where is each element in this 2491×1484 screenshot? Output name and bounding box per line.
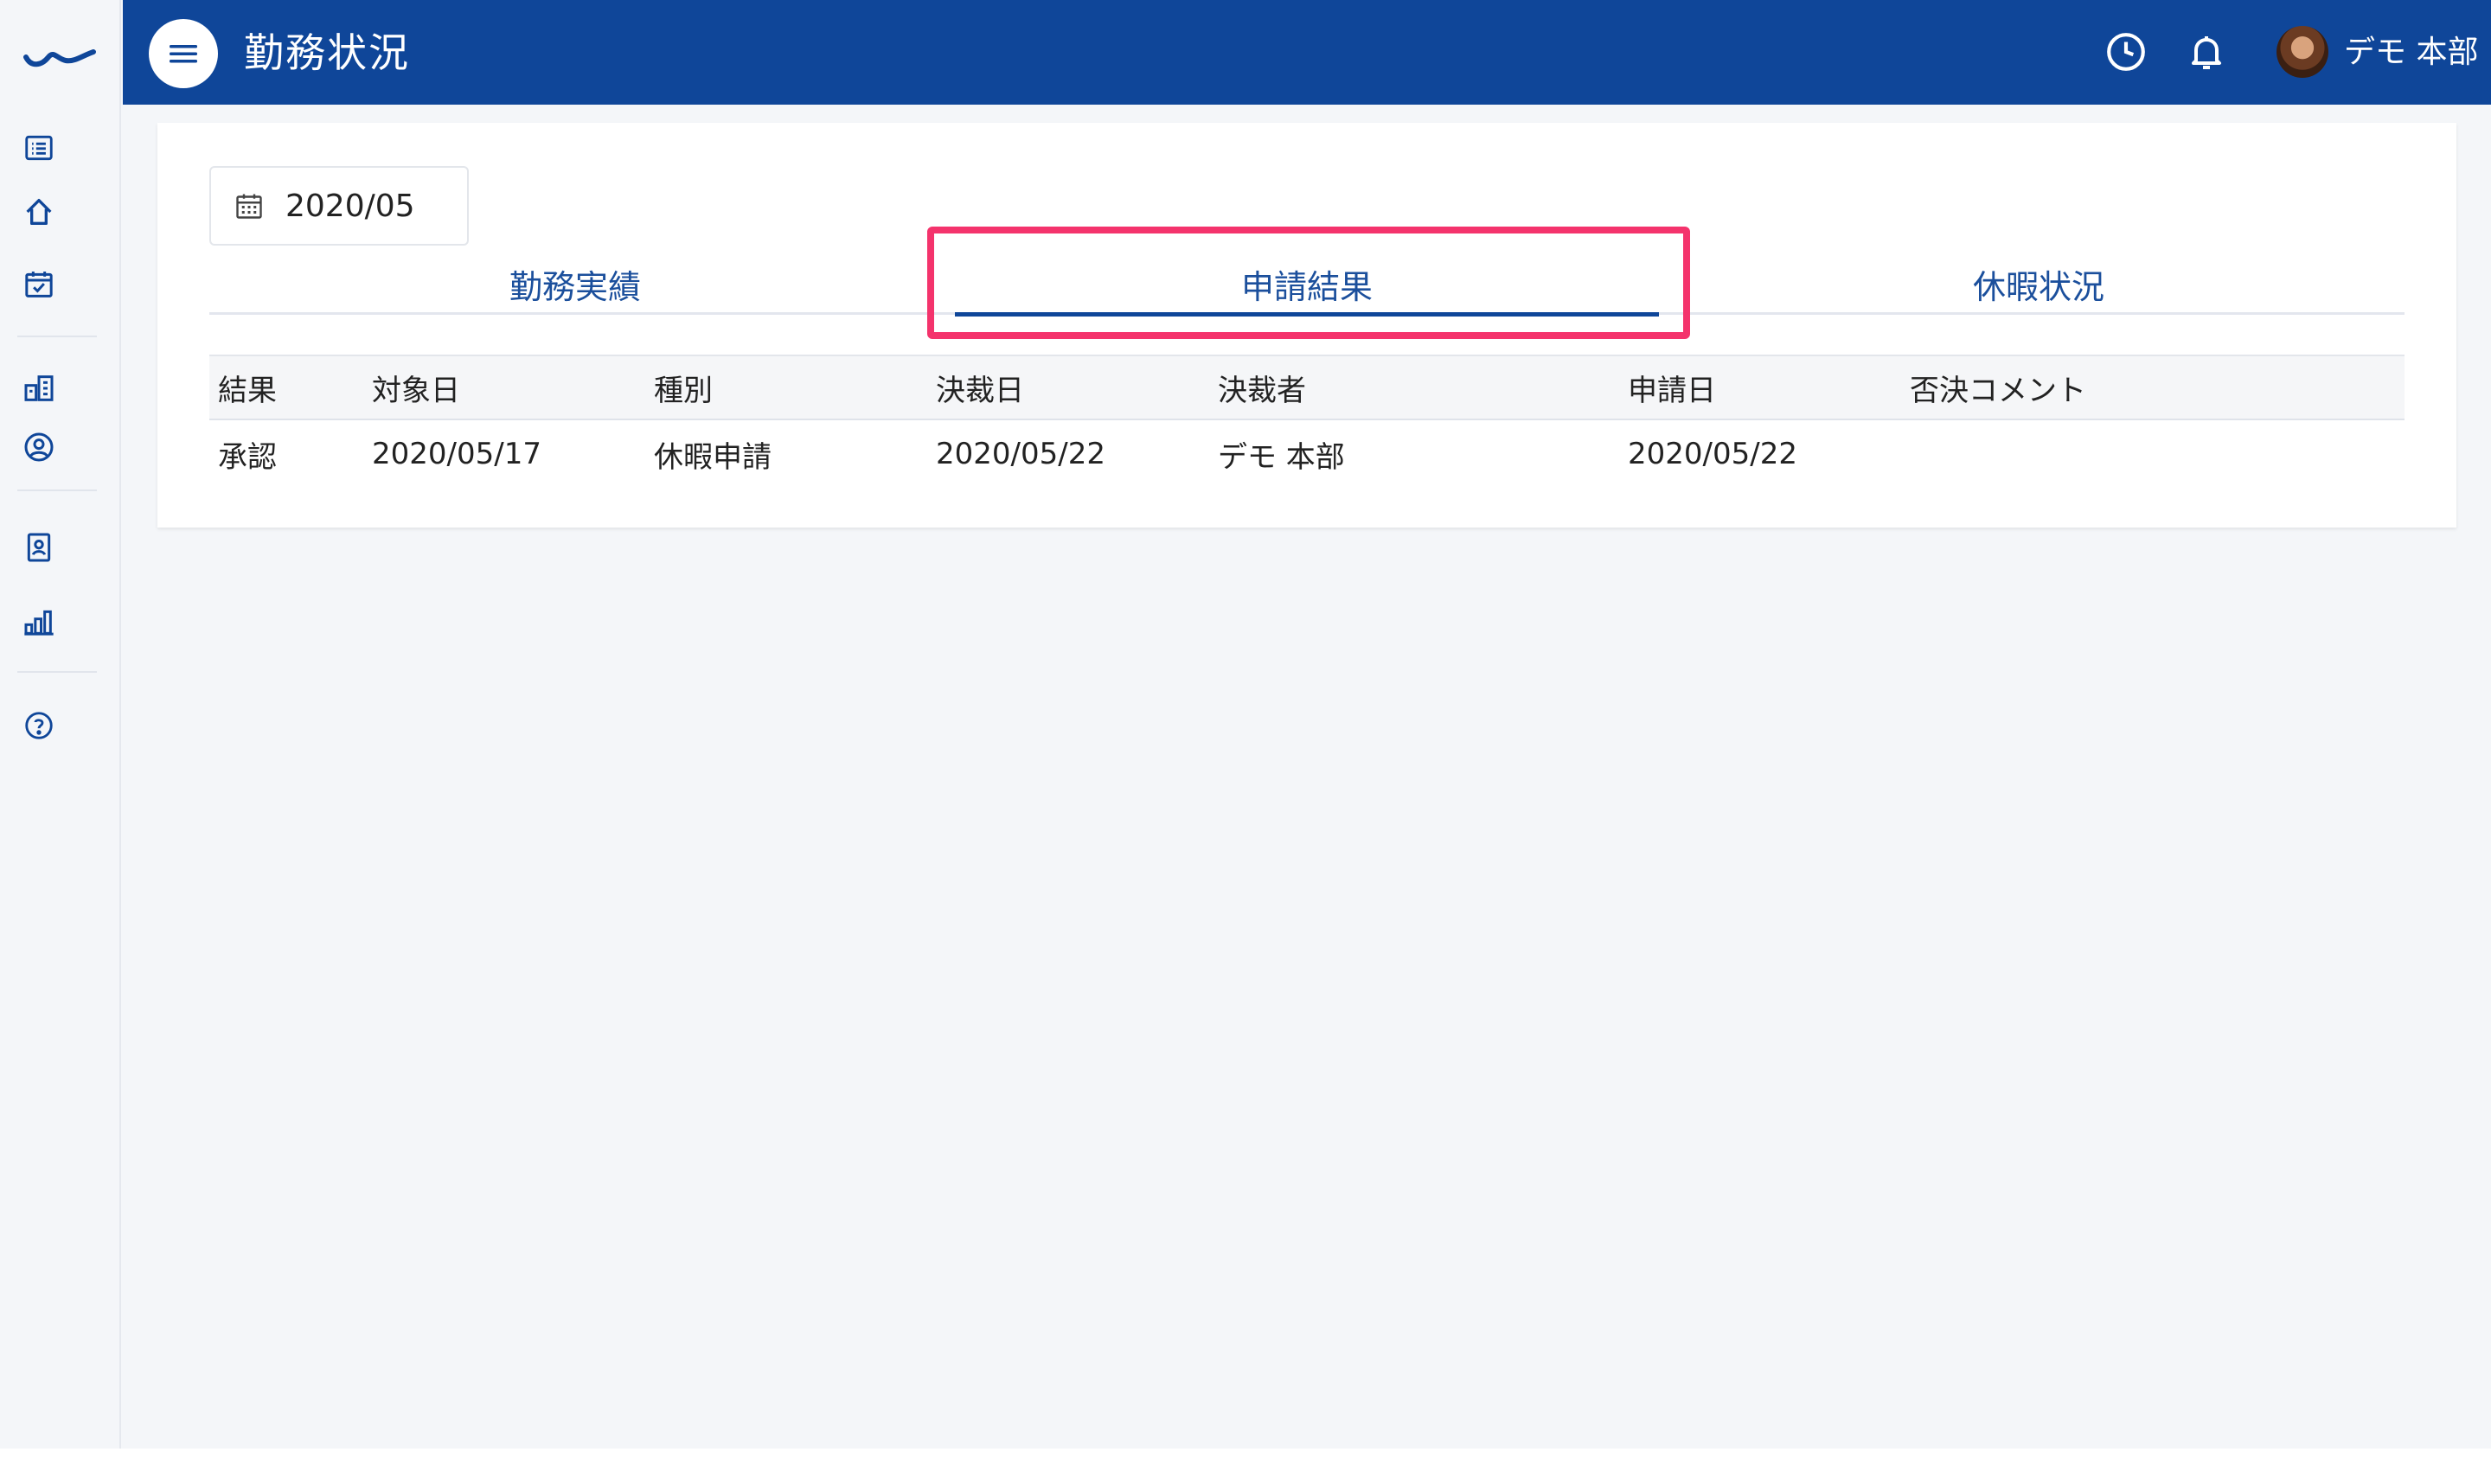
side-rail [0,0,121,1449]
month-value: 2020/05 [285,188,415,224]
column-header: 申請日 [1628,373,1716,408]
page-title: 勤務状況 [244,29,410,76]
building-icon[interactable] [19,368,59,408]
table-cell: 2020/05/22 [1628,437,1797,471]
table-cell: 2020/05/22 [936,437,1105,471]
content-card: 2020/05 勤務実績 申請結果 休暇状況 結果 対象日 種別 決裁日 決裁者… [157,123,2456,528]
bar-chart-icon[interactable] [19,602,59,642]
tab-leave-status[interactable]: 休暇状況 [1673,253,2405,315]
menu-icon [170,45,197,63]
top-header: 勤務状況 デモ 本部 [123,0,2491,105]
id-badge-icon[interactable] [19,528,59,567]
tab-work-record[interactable]: 勤務実績 [209,253,941,315]
results-table: 結果 対象日 種別 決裁日 決裁者 申請日 否決コメント 承認 2020/05/… [209,355,2405,488]
column-header: 決裁日 [936,373,1024,408]
user-circle-icon[interactable] [19,427,59,467]
table-cell: 休暇申請 [654,439,772,475]
rail-divider [17,489,97,491]
column-header: 結果 [218,373,277,408]
help-icon[interactable] [19,706,59,745]
column-header: 対象日 [372,373,460,408]
user-name[interactable]: デモ 本部 [2344,29,2478,76]
rail-divider [17,671,97,673]
bell-icon[interactable] [2182,28,2231,76]
table-row: 承認 2020/05/17 休暇申請 2020/05/22 デモ 本部 2020… [209,420,2405,488]
tab-bar: 勤務実績 申請結果 休暇状況 [209,253,2405,317]
list-icon[interactable] [19,128,59,168]
calendar-check-icon[interactable] [19,265,59,304]
app-root: 勤務状況 デモ 本部 2020/05 勤務実績 申請結果 休暇状況 結果 対象日… [0,0,2491,1449]
home-icon[interactable] [19,192,59,232]
column-header: 否決コメント [1910,373,2086,408]
table-cell: デモ 本部 [1218,439,1345,475]
app-logo-icon[interactable] [22,36,97,71]
table-header: 結果 対象日 種別 決裁日 決裁者 申請日 否決コメント [209,355,2405,420]
column-header: 種別 [654,373,713,408]
rail-divider [17,336,97,337]
clock-icon[interactable] [2102,28,2150,76]
menu-button[interactable] [149,19,218,88]
table-cell: 承認 [218,439,277,475]
month-picker[interactable]: 2020/05 [209,166,469,246]
tab-application-result[interactable]: 申請結果 [941,253,1673,317]
avatar[interactable] [2276,26,2328,78]
table-cell: 2020/05/17 [372,437,541,471]
calendar-icon [236,194,262,219]
column-header: 決裁者 [1218,373,1306,408]
